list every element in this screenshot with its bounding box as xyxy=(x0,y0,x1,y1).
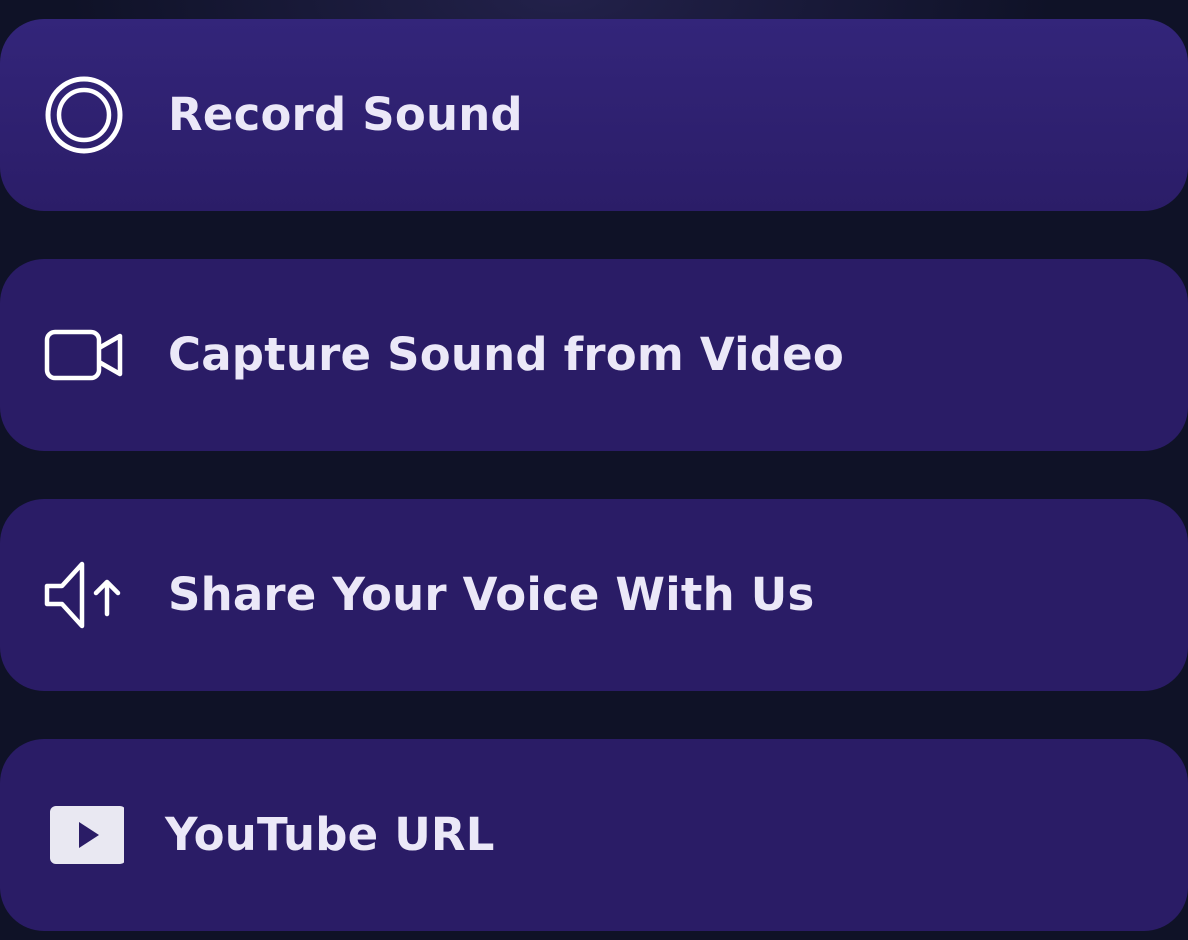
share-voice-button[interactable]: Share Your Voice With Us xyxy=(0,499,1188,691)
capture-video-sound-button[interactable]: Capture Sound from Video xyxy=(0,259,1188,451)
record-sound-button[interactable]: Record Sound xyxy=(0,19,1188,211)
youtube-url-button[interactable]: YouTube URL xyxy=(0,739,1188,931)
capture-video-sound-label: Capture Sound from Video xyxy=(168,328,844,381)
video-camera-icon xyxy=(44,315,124,395)
record-sound-label: Record Sound xyxy=(168,88,523,141)
speaker-upload-icon xyxy=(44,555,124,635)
source-options-menu: Record Sound Capture Sound from Video Sh… xyxy=(0,0,1188,940)
record-icon xyxy=(44,75,124,155)
share-voice-label: Share Your Voice With Us xyxy=(168,568,815,621)
youtube-url-label: YouTube URL xyxy=(165,808,495,861)
youtube-icon xyxy=(44,795,124,875)
